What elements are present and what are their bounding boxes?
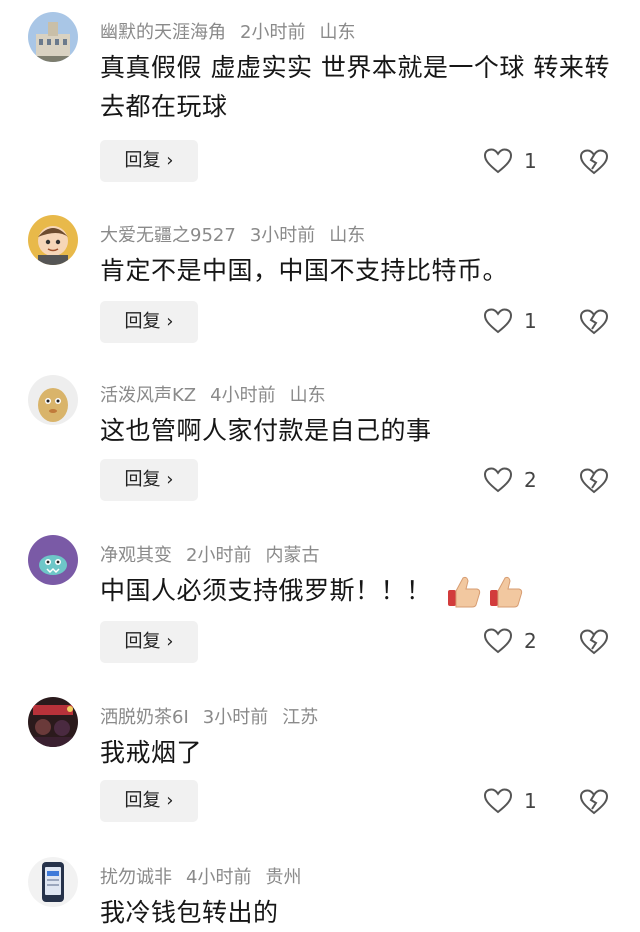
- username[interactable]: 活泼风声KZ: [100, 385, 196, 406]
- timestamp: 2小时前: [186, 545, 252, 566]
- reply-button[interactable]: 回复 ›: [100, 459, 198, 501]
- comment-text: 中国人必须支持俄罗斯！！！: [100, 571, 612, 610]
- comment-text: 我冷钱包转出的: [100, 898, 279, 927]
- user-avatar[interactable]: [28, 215, 78, 265]
- like-button[interactable]: 1: [484, 141, 544, 181]
- reply-button[interactable]: 回复 ›: [100, 780, 198, 822]
- heart-icon: [484, 788, 512, 814]
- comment-meta: 洒脱奶茶6I 3小时前 江苏: [100, 703, 332, 729]
- thumbs-up-emoji: [447, 576, 481, 608]
- comment-meta: 大爱无疆之9527 3小时前 山东: [100, 221, 379, 247]
- user-avatar[interactable]: [28, 375, 78, 425]
- heart-icon: [484, 148, 512, 174]
- like-button[interactable]: 2: [484, 460, 544, 500]
- location: 山东: [319, 22, 356, 43]
- like-count: 1: [524, 309, 537, 333]
- broken-heart-icon[interactable]: [580, 628, 608, 656]
- reply-button[interactable]: 回复 ›: [100, 621, 198, 663]
- comment-text: 这也管啊人家付款是自己的事: [100, 416, 432, 445]
- comment-meta: 幽默的天涯海角 2小时前 山东: [100, 18, 369, 44]
- reply-button[interactable]: 回复 ›: [100, 140, 198, 182]
- heart-icon: [484, 628, 512, 654]
- user-avatar[interactable]: [28, 12, 78, 62]
- comment-text-content: 中国人必须支持俄罗斯！！！: [100, 576, 432, 605]
- location: 贵州: [265, 867, 302, 888]
- timestamp: 4小时前: [186, 867, 252, 888]
- broken-heart-icon[interactable]: [580, 788, 608, 816]
- like-button[interactable]: 2: [484, 621, 544, 661]
- username[interactable]: 洒脱奶茶6I: [100, 707, 189, 728]
- heart-icon: [484, 308, 512, 334]
- user-avatar[interactable]: [28, 857, 78, 907]
- timestamp: 2小时前: [240, 22, 306, 43]
- location: 山东: [289, 385, 326, 406]
- comment-text: 真真假假 虚虚实实 世界本就是一个球 转来转去都在玩球: [100, 53, 610, 121]
- comment-text: 肯定不是中国，中国不支持比特币。: [100, 256, 509, 285]
- like-count: 1: [524, 789, 537, 813]
- timestamp: 3小时前: [249, 225, 316, 246]
- comment-meta: 活泼风声KZ 4小时前 山东: [100, 381, 340, 407]
- broken-heart-icon[interactable]: [580, 148, 608, 176]
- like-button[interactable]: 1: [484, 781, 544, 821]
- like-count: 1: [524, 149, 537, 173]
- reply-button[interactable]: 回复 ›: [100, 301, 198, 343]
- broken-heart-icon[interactable]: [580, 308, 608, 336]
- location: 江苏: [282, 707, 319, 728]
- comment-meta: 净观其变 2小时前 内蒙古: [100, 541, 333, 567]
- timestamp: 3小时前: [202, 707, 269, 728]
- comment-meta: 扰勿诚非 4小时前 贵州: [100, 863, 315, 889]
- comment-text: 我戒烟了: [100, 738, 203, 767]
- username[interactable]: 大爱无疆之9527: [100, 225, 236, 246]
- user-avatar[interactable]: [28, 535, 78, 585]
- location: 内蒙古: [265, 545, 320, 566]
- like-count: 2: [524, 629, 537, 653]
- location: 山东: [329, 225, 366, 246]
- username[interactable]: 扰勿诚非: [100, 867, 172, 888]
- username[interactable]: 幽默的天涯海角: [100, 22, 226, 43]
- timestamp: 4小时前: [210, 385, 276, 406]
- like-button[interactable]: 1: [484, 301, 544, 341]
- thumbs-up-emoji: [489, 576, 523, 608]
- user-avatar[interactable]: [28, 697, 78, 747]
- heart-icon: [484, 467, 512, 493]
- broken-heart-icon[interactable]: [580, 467, 608, 495]
- like-count: 2: [524, 468, 537, 492]
- username[interactable]: 净观其变: [100, 545, 172, 566]
